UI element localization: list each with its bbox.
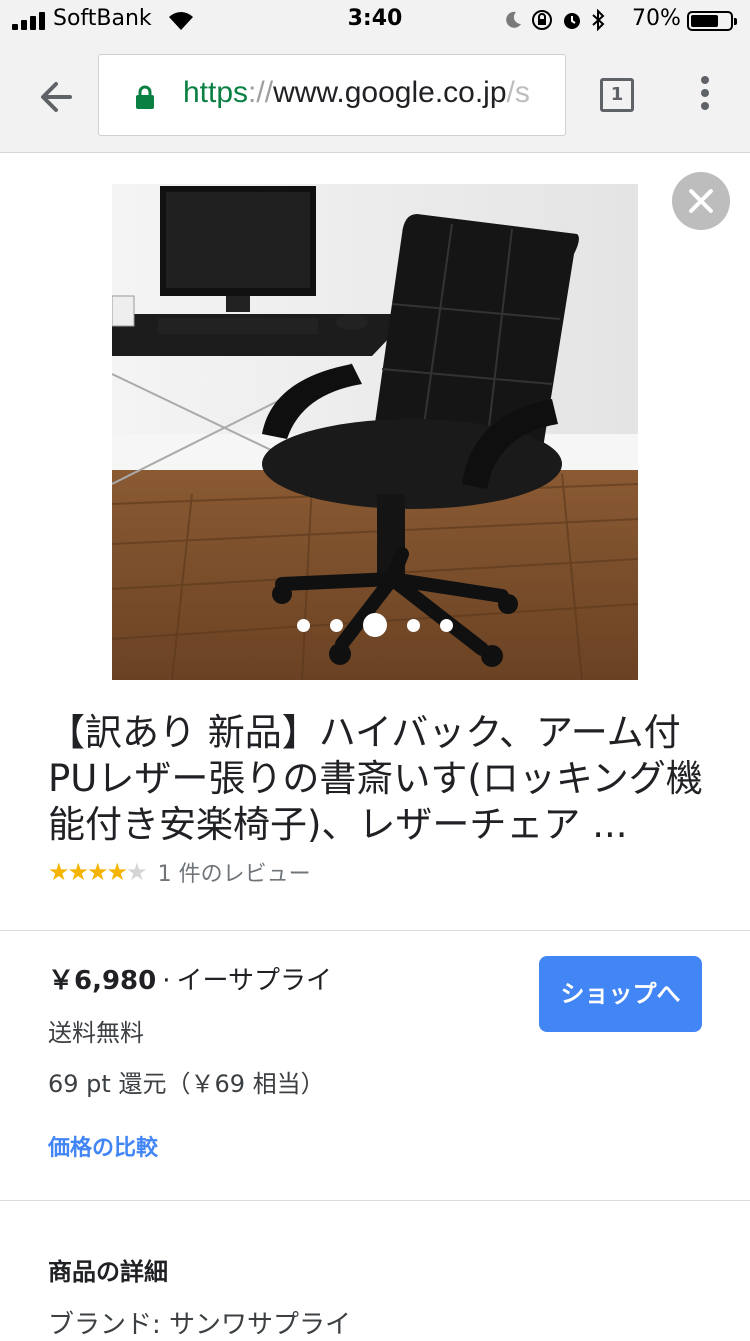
status-bar: SoftBank 3:40 70%: [0, 0, 750, 40]
rating-row[interactable]: ★★★★★ 1 件のレビュー: [48, 856, 311, 888]
carousel-dot[interactable]: [440, 618, 453, 632]
price: ￥6,980: [48, 966, 157, 996]
browser-toolbar: https://www.google.co.jp/s 1: [0, 40, 750, 153]
brand-info: ブランド: サンワサプライ: [48, 1310, 352, 1340]
close-button[interactable]: [672, 172, 730, 230]
carousel-dot[interactable]: [297, 618, 310, 632]
overflow-menu-icon[interactable]: [694, 76, 716, 116]
star-filled-icon: ★: [106, 858, 128, 886]
tab-switcher-button[interactable]: 1: [600, 78, 634, 112]
status-icons: [503, 8, 605, 32]
carousel-indicator: [112, 610, 638, 640]
moon-icon: [506, 11, 521, 28]
details-heading: 商品の詳細: [48, 1258, 168, 1286]
alarm-icon: [564, 13, 580, 29]
product-image[interactable]: [112, 184, 638, 680]
url-bar[interactable]: https://www.google.co.jp/s: [98, 54, 566, 136]
seller-name: イーサプライ: [176, 966, 332, 996]
battery-fill: [691, 15, 718, 27]
carousel-dot[interactable]: [363, 613, 387, 637]
rotation-lock-icon: [532, 10, 552, 30]
carousel-dot[interactable]: [407, 618, 420, 632]
star-filled-icon: ★: [48, 858, 69, 886]
back-arrow-icon[interactable]: [36, 76, 78, 118]
url-text: https://www.google.co.jp/s: [183, 76, 530, 109]
star-empty-icon: ★: [126, 858, 147, 886]
offer-line: ￥6,980 · イーサプライ: [48, 966, 332, 996]
carousel-dot[interactable]: [330, 618, 343, 632]
star-filled-icon: ★: [87, 858, 108, 886]
go-to-shop-button[interactable]: ショップへ: [539, 956, 702, 1032]
battery-percentage: 70%: [632, 6, 681, 31]
review-count[interactable]: 1 件のレビュー: [158, 856, 311, 888]
star-filled-icon: ★: [67, 858, 89, 886]
bluetooth-icon: [592, 9, 605, 31]
lock-icon: [136, 85, 154, 109]
divider: [0, 930, 750, 931]
shipping-info: 送料無料: [48, 1019, 144, 1047]
points-info: 69 pt 還元（￥69 相当）: [48, 1070, 325, 1098]
compare-prices-link[interactable]: 価格の比較: [48, 1130, 158, 1162]
divider: [0, 1200, 750, 1201]
star-rating: ★★★★★: [48, 858, 148, 886]
office-chair-photo: [112, 184, 638, 680]
product-title: 【訳あり 新品】ハイバック、アーム付PUレザー張りの書斎いす(ロッキング機能付き…: [48, 711, 703, 846]
battery-icon: [687, 11, 737, 31]
